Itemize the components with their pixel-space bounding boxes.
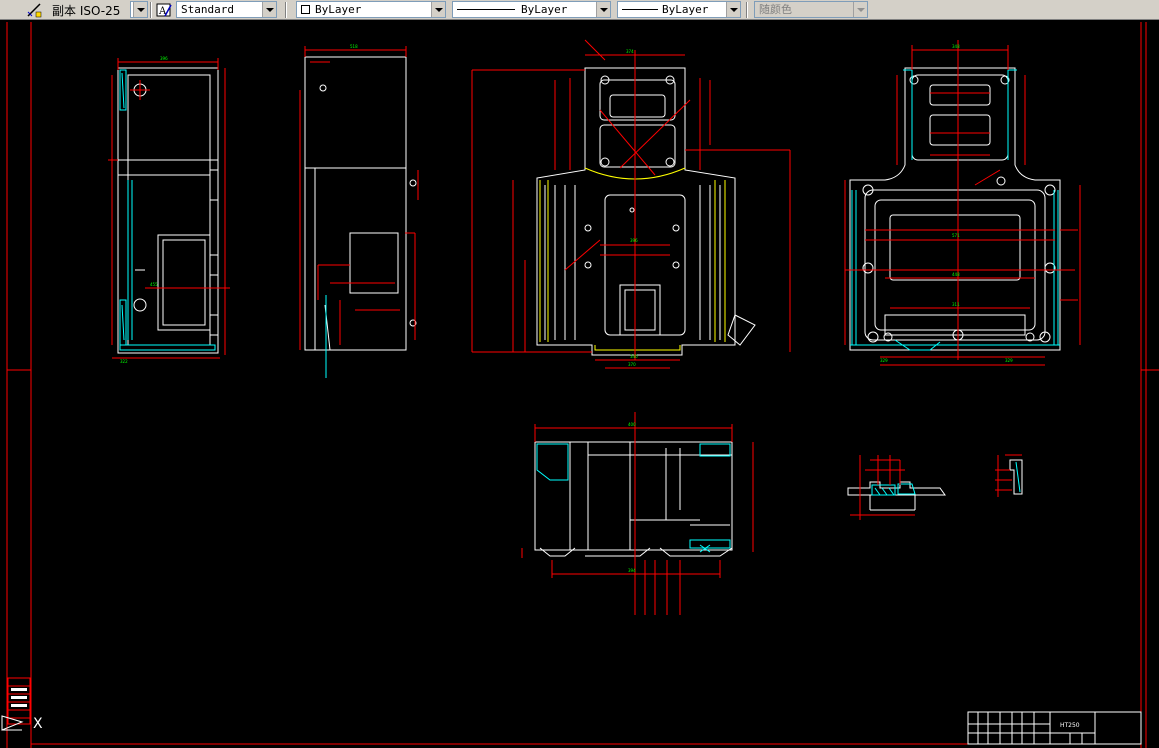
plot-style-select: 随颜色 [754, 1, 868, 18]
view-left-section: 396 455 322 [108, 56, 230, 364]
dimension-style-label[interactable]: 副本 ISO-25 [52, 2, 120, 19]
title-block-material: HT250 [1060, 722, 1080, 729]
color-swatch-icon [301, 5, 310, 14]
plot-style-value: 随颜色 [759, 3, 792, 16]
svg-text:394: 394 [628, 568, 636, 573]
svg-text:329: 329 [880, 358, 888, 363]
text-style-value: Standard [181, 3, 234, 16]
svg-text:322: 322 [120, 359, 128, 364]
svg-text:396: 396 [630, 238, 638, 243]
ucs-x-label: X [33, 716, 43, 732]
view-side: 518 [299, 44, 419, 378]
view-detail-b [995, 454, 1023, 497]
svg-text:340: 340 [630, 354, 638, 359]
revision-block [7, 677, 31, 725]
linetype-value: ByLayer [521, 3, 568, 16]
linetype-sample [457, 9, 515, 10]
chevron-down-icon[interactable] [596, 2, 610, 17]
chevron-down-icon [853, 2, 867, 17]
svg-text:448: 448 [952, 272, 960, 277]
dimension-style-dropdown[interactable] [130, 1, 148, 18]
svg-text:370: 370 [628, 362, 636, 367]
svg-text:348: 348 [952, 44, 960, 49]
lineweight-value: ByLayer [662, 3, 709, 16]
color-value: ByLayer [315, 3, 362, 16]
drawing-border [6, 22, 1159, 748]
lineweight-select[interactable]: ByLayer [617, 1, 741, 18]
chevron-down-icon[interactable] [726, 2, 740, 17]
linetype-select[interactable]: ByLayer [452, 1, 611, 18]
text-style-select[interactable]: Standard [176, 1, 277, 18]
svg-text:396: 396 [160, 56, 168, 61]
svg-text:374: 374 [626, 49, 634, 54]
color-select[interactable]: ByLayer [296, 1, 446, 18]
chevron-down-icon[interactable] [431, 2, 445, 17]
properties-toolbar: 副本 ISO-25 A Standard ByLayer ByLayer ByL… [0, 0, 1159, 20]
view-detail-a [847, 455, 946, 520]
toolbar-separator [150, 2, 152, 18]
svg-text:400: 400 [628, 422, 636, 427]
drawing-canvas[interactable]: X 396 455 322 518 374 396 340 370 348 57… [0, 20, 1159, 748]
dimension-style-icon[interactable] [26, 2, 42, 18]
chevron-down-icon[interactable] [262, 2, 276, 17]
text-style-icon[interactable]: A [156, 2, 172, 18]
svg-text:571: 571 [952, 233, 960, 238]
view-bottom-section: 400 394 [521, 412, 754, 615]
view-front: 374 396 340 370 [471, 39, 791, 369]
svg-text:329: 329 [1005, 358, 1013, 363]
svg-text:311: 311 [952, 302, 960, 307]
view-plan: 348 571 448 311 329 329 [844, 40, 1081, 366]
title-block [967, 711, 1142, 745]
svg-text:518: 518 [350, 44, 358, 49]
toolbar-separator [746, 2, 748, 18]
toolbar-separator [285, 2, 287, 18]
lineweight-sample [622, 9, 658, 10]
svg-text:455: 455 [150, 282, 158, 287]
